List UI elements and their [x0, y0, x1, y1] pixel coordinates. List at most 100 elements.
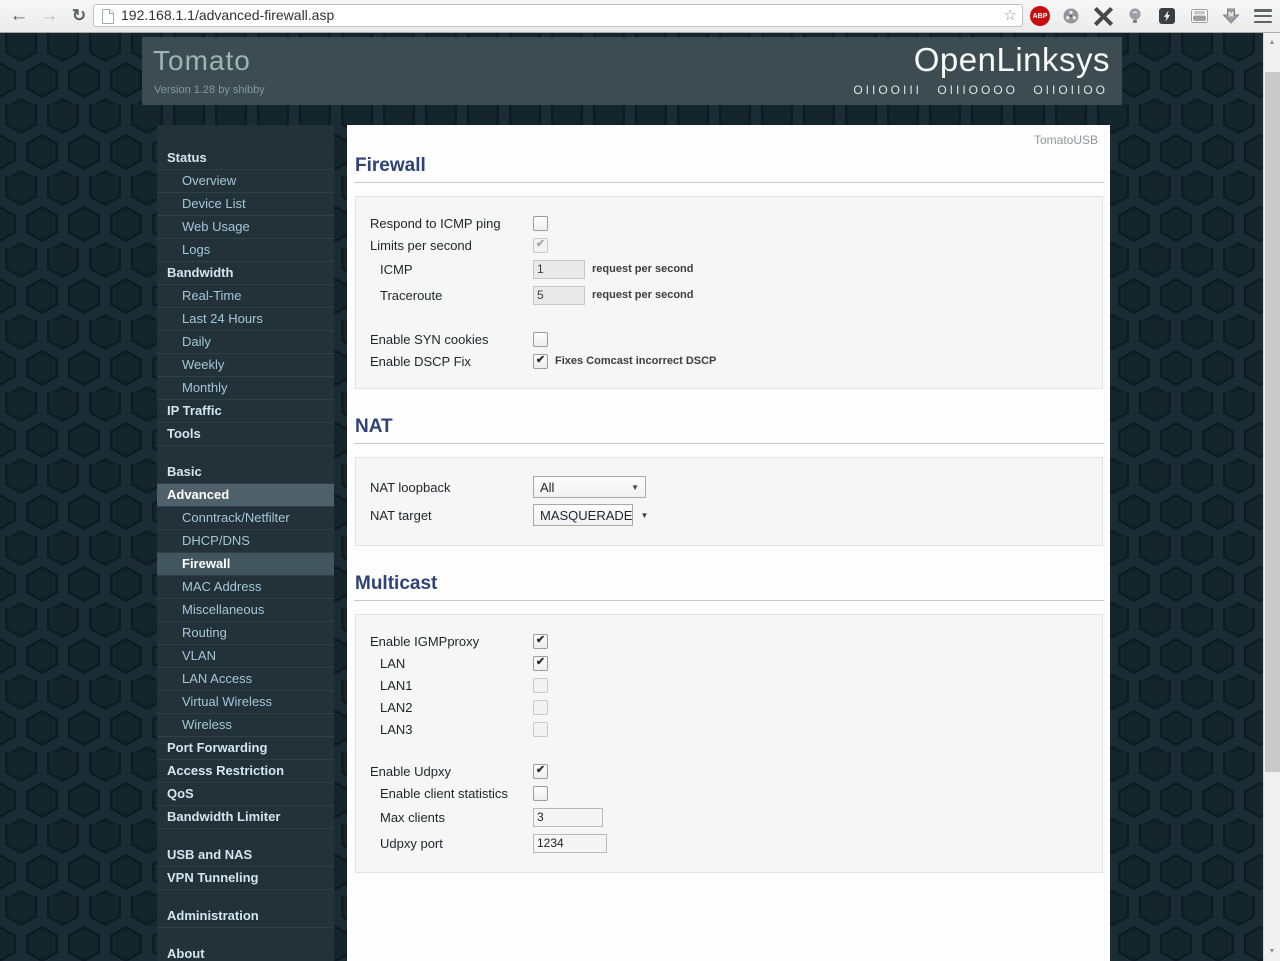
sidebar-item-virtual-wireless[interactable]: Virtual Wireless: [157, 691, 334, 714]
form-row: LAN1: [370, 674, 1092, 696]
select-nat-target[interactable]: MASQUERADE▼: [533, 504, 633, 526]
sidebar-item-ip-traffic[interactable]: IP Traffic: [157, 400, 334, 423]
lightbulb-icon[interactable]: [1125, 6, 1145, 26]
sidebar-item-firewall[interactable]: Firewall: [157, 553, 334, 576]
input-traceroute: [533, 286, 585, 305]
select-value: All: [540, 480, 554, 495]
sidebar-item-status[interactable]: Status: [157, 147, 334, 170]
sidebar-item-about[interactable]: About: [157, 943, 334, 961]
field-label: Traceroute: [370, 288, 533, 303]
chevron-down-icon: ▼: [631, 483, 639, 492]
sidebar-item-real-time[interactable]: Real-Time: [157, 285, 334, 308]
sidebar-group: BasicAdvancedConntrack/NetfilterDHCP/DNS…: [157, 461, 334, 829]
url-text[interactable]: 192.168.1.1/advanced-firewall.asp: [121, 5, 334, 26]
scrollbar-down-icon[interactable]: ▼: [1264, 943, 1280, 959]
download-arrow-icon[interactable]: M: [1221, 6, 1241, 26]
back-icon[interactable]: ←: [6, 0, 32, 32]
sidebar-group: StatusOverviewDevice ListWeb UsageLogsBa…: [157, 147, 334, 446]
section-divider: [354, 600, 1104, 601]
checkmark-icon: ✔: [536, 355, 545, 366]
section-firewall: FirewallRespond to ICMP pingLimits per s…: [347, 155, 1110, 389]
sidebar-item-mac-address[interactable]: MAC Address: [157, 576, 334, 599]
field-label: Enable IGMPproxy: [370, 634, 533, 649]
checkbox-enable-udpxy[interactable]: ✔: [533, 764, 548, 779]
sidebar-item-conntrack-netfilter[interactable]: Conntrack/Netfilter: [157, 507, 334, 530]
field-label: Enable client statistics: [370, 786, 533, 801]
reload-icon[interactable]: ↻: [66, 0, 92, 32]
field-label: Max clients: [370, 810, 533, 825]
form-row: LAN3: [370, 718, 1092, 740]
bookmark-star-icon[interactable]: ☆: [1004, 5, 1017, 26]
sidebar-item-vlan[interactable]: VLAN: [157, 645, 334, 668]
sidebar-item-weekly[interactable]: Weekly: [157, 354, 334, 377]
sidebar-item-overview[interactable]: Overview: [157, 170, 334, 193]
field-label: LAN1: [370, 678, 533, 693]
checkbox-lan2: [533, 700, 548, 715]
checkbox-enable-syn-cookies[interactable]: [533, 332, 548, 347]
input-udpxy-port[interactable]: [533, 834, 607, 853]
input-max-clients[interactable]: [533, 808, 603, 827]
sidebar-group: USB and NASVPN Tunneling: [157, 844, 334, 890]
scrollbar-up-icon[interactable]: ▲: [1264, 34, 1280, 50]
section-title: Multicast: [355, 573, 1110, 595]
form-row: LAN✔: [370, 652, 1092, 674]
sidebar-item-usb-and-nas[interactable]: USB and NAS: [157, 844, 334, 867]
adblock-plus-icon[interactable]: ABP: [1030, 6, 1050, 26]
sidebar-item-last-24-hours[interactable]: Last 24 Hours: [157, 308, 334, 331]
page-background: Tomato Version 1.28 by shibby OpenLinksy…: [0, 32, 1280, 961]
section-divider: [354, 443, 1104, 444]
form-row: Enable SYN cookies: [370, 328, 1092, 350]
scrollbar-thumb[interactable]: [1265, 72, 1280, 772]
sidebar-item-basic[interactable]: Basic: [157, 461, 334, 484]
field-label: Enable SYN cookies: [370, 332, 533, 347]
address-bar[interactable]: 192.168.1.1/advanced-firewall.asp ☆: [93, 4, 1023, 27]
sidebar-item-access-restriction[interactable]: Access Restriction: [157, 760, 334, 783]
film-reel-icon[interactable]: [1061, 6, 1081, 26]
sidebar-nav: StatusOverviewDevice ListWeb UsageLogsBa…: [157, 125, 334, 961]
form-row: Udpxy port: [370, 830, 1092, 856]
sidebar-item-vpn-tunneling[interactable]: VPN Tunneling: [157, 867, 334, 890]
sidebar-item-qos[interactable]: QoS: [157, 783, 334, 806]
checkbox-enable-client-statistics[interactable]: [533, 786, 548, 801]
chrome-menu-icon[interactable]: [1254, 9, 1272, 23]
checkbox-respond-to-icmp-ping[interactable]: [533, 216, 548, 231]
sidebar-item-advanced[interactable]: Advanced: [157, 484, 334, 507]
sidebar-item-port-forwarding[interactable]: Port Forwarding: [157, 737, 334, 760]
sidebar-item-logs[interactable]: Logs: [157, 239, 334, 262]
sidebar-item-device-list[interactable]: Device List: [157, 193, 334, 216]
checkmark-icon: ✔: [536, 657, 545, 668]
form-row: Enable IGMPproxy✔: [370, 630, 1092, 652]
forward-icon[interactable]: →: [36, 0, 62, 32]
sidebar-group: Administration: [157, 905, 334, 928]
youtube-icon[interactable]: [1189, 6, 1209, 26]
sidebar-item-tools[interactable]: Tools: [157, 423, 334, 446]
sidebar-item-bandwidth[interactable]: Bandwidth: [157, 262, 334, 285]
field-label: Respond to ICMP ping: [370, 216, 533, 231]
form-row: Max clients: [370, 804, 1092, 830]
field-label: LAN2: [370, 700, 533, 715]
sidebar-item-administration[interactable]: Administration: [157, 905, 334, 928]
checkmark-icon: ✔: [536, 239, 545, 250]
sidebar-item-routing[interactable]: Routing: [157, 622, 334, 645]
checkbox-lan[interactable]: ✔: [533, 656, 548, 671]
select-nat-loopback[interactable]: All ▼: [533, 476, 646, 498]
fieldset-nat: NAT loopbackAll▼NAT targetMASQUERADE▼: [355, 457, 1103, 546]
sidebar-item-web-usage[interactable]: Web Usage: [157, 216, 334, 239]
field-label: Enable Udpxy: [370, 764, 533, 779]
sidebar-item-wireless[interactable]: Wireless: [157, 714, 334, 737]
sidebar-item-miscellaneous[interactable]: Miscellaneous: [157, 599, 334, 622]
sidebar-item-dhcp-dns[interactable]: DHCP/DNS: [157, 530, 334, 553]
extension-x-icon[interactable]: [1093, 6, 1113, 26]
form-row: Enable Udpxy✔: [370, 760, 1092, 782]
field-label: LAN: [370, 656, 533, 671]
sidebar-item-lan-access[interactable]: LAN Access: [157, 668, 334, 691]
checkbox-enable-igmpproxy[interactable]: ✔: [533, 634, 548, 649]
sidebar-item-monthly[interactable]: Monthly: [157, 377, 334, 400]
form-row: Respond to ICMP ping: [370, 212, 1092, 234]
page-scrollbar[interactable]: ▲ ▼: [1263, 32, 1280, 961]
flash-icon[interactable]: [1157, 6, 1177, 26]
checkbox-enable-dscp-fix[interactable]: ✔: [533, 354, 548, 369]
sidebar-item-daily[interactable]: Daily: [157, 331, 334, 354]
section-nat: NATNAT loopbackAll▼NAT targetMASQUERADE▼: [347, 416, 1110, 546]
sidebar-item-bandwidth-limiter[interactable]: Bandwidth Limiter: [157, 806, 334, 829]
